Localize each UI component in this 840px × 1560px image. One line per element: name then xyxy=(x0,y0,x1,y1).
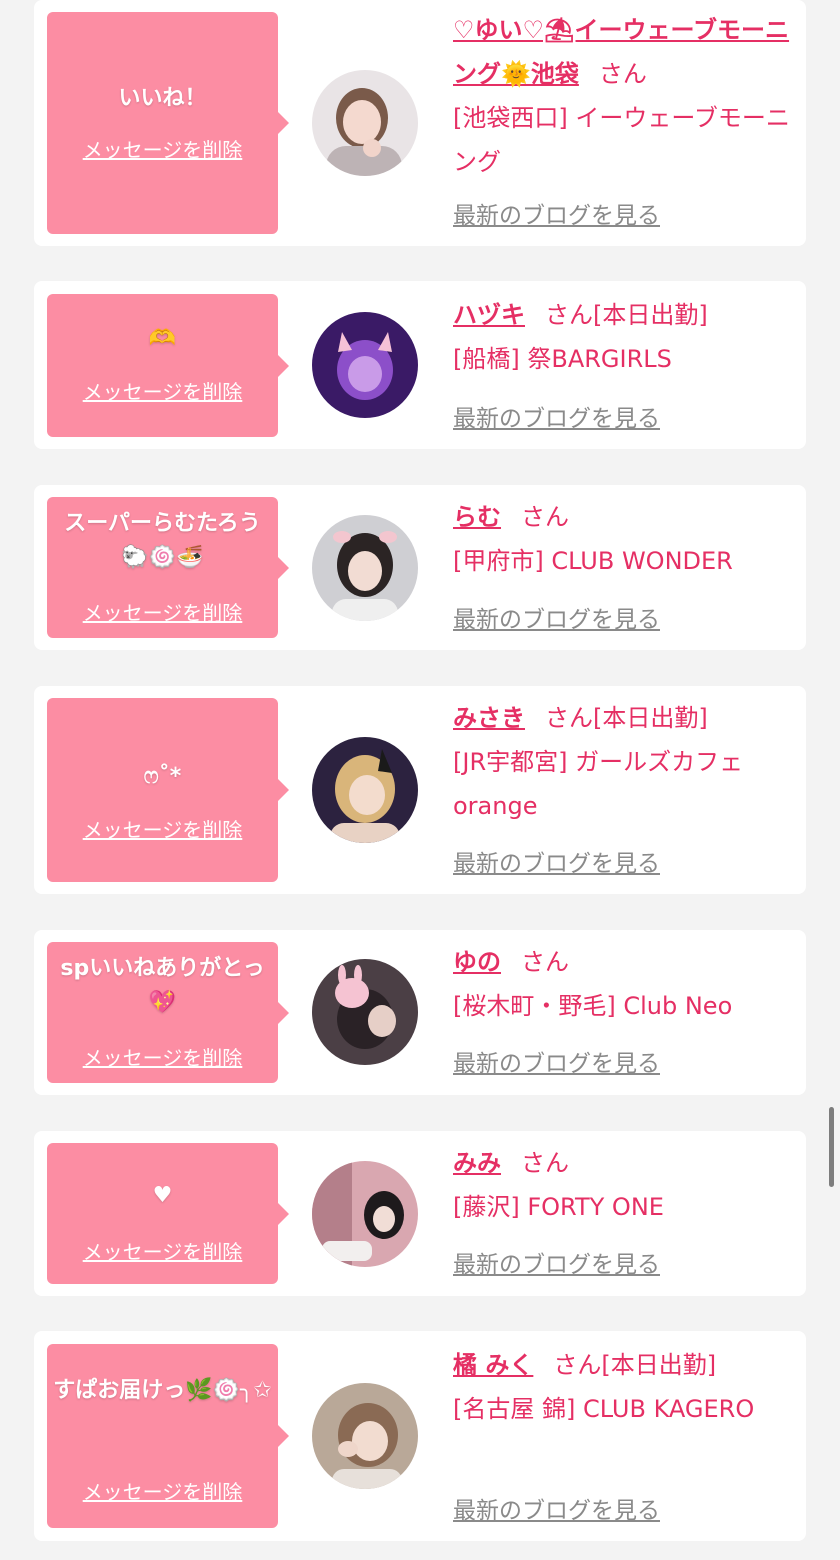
honorific: さん xyxy=(545,301,593,329)
item-info: ゆの さん [桜木町・野毛] Club Neo xyxy=(453,940,793,1028)
message-text: すぱお届けっ🌿🍥╮✩ xyxy=(53,1378,272,1403)
message-bubble: spいいねありがとっ💖 メッセージを削除 xyxy=(47,942,289,1083)
message-bubble: すぱお届けっ🌿🍥╮✩ メッセージを削除 xyxy=(47,1344,289,1528)
delete-message-link[interactable]: メッセージを削除 xyxy=(47,1042,278,1071)
honorific: さん xyxy=(598,60,647,88)
latest-blog-link[interactable]: 最新のブログを見る xyxy=(453,844,660,878)
list-item: すぱお届けっ🌿🍥╮✩ メッセージを削除 橘 みく さん[本日出勤] [名古屋 錦]… xyxy=(34,1331,806,1541)
item-info: みみ さん [藤沢] FORTY ONE xyxy=(453,1141,793,1229)
item-info: ハヅキ さん[本日出勤] [船橋] 祭BARGIRLS xyxy=(453,293,793,381)
shop-label: [桜木町・野毛] Club Neo xyxy=(453,992,733,1020)
list-item: spいいねありがとっ💖 メッセージを削除 ゆの さん [桜木町・野毛] Club … xyxy=(34,930,806,1095)
list-item: いいね！ メッセージを削除 ♡ゆい♡⛱イーウェーブモーニング🌞池袋 さん [池袋西… xyxy=(34,0,806,246)
list-item: ♥ メッセージを削除 みみ さん [藤沢] FORTY ONE 最新のブログを見る xyxy=(34,1131,806,1296)
delete-message-link[interactable]: メッセージを削除 xyxy=(47,134,278,163)
list-item: 🫶 メッセージを削除 ハヅキ さん[本日出勤] [船橋] 祭BARGIRLS 最新… xyxy=(34,281,806,449)
message-bubble: ♥ メッセージを削除 xyxy=(47,1143,289,1284)
today-badge: [本日出勤] xyxy=(593,301,708,329)
shop-label: [名古屋 錦] CLUB KAGERO xyxy=(453,1395,755,1423)
cast-name-link[interactable]: ハヅキ xyxy=(453,301,525,329)
message-text: スーパーらむたろう🐑🍥🍜 xyxy=(64,511,261,570)
latest-blog-link[interactable]: 最新のブログを見る xyxy=(453,1491,660,1525)
item-info: みさき さん[本日出勤] [JR宇都宮] ガールズカフェorange xyxy=(453,696,793,828)
notification-list: いいね！ メッセージを削除 ♡ゆい♡⛱イーウェーブモーニング🌞池袋 さん [池袋西… xyxy=(0,0,840,1560)
latest-blog-link[interactable]: 最新のブログを見る xyxy=(453,1245,660,1279)
avatar[interactable] xyxy=(312,737,418,843)
delete-message-link[interactable]: メッセージを削除 xyxy=(47,814,278,843)
latest-blog-link[interactable]: 最新のブログを見る xyxy=(453,196,660,230)
message-text: ♥ xyxy=(152,1183,173,1208)
shop-label: [甲府市] CLUB WONDER xyxy=(453,547,733,575)
message-bubble: 🫶 メッセージを削除 xyxy=(47,294,289,437)
scrollbar[interactable] xyxy=(829,1107,834,1187)
cast-name-link[interactable]: みさき xyxy=(453,704,525,732)
avatar[interactable] xyxy=(312,1383,418,1489)
message-text: いいね！ xyxy=(118,86,207,111)
message-text: spいいねありがとっ💖 xyxy=(60,956,265,1015)
item-info: らむ さん [甲府市] CLUB WONDER xyxy=(453,495,793,583)
honorific: さん xyxy=(545,704,593,732)
latest-blog-link[interactable]: 最新のブログを見る xyxy=(453,399,660,433)
message-text: 🫶 xyxy=(148,326,177,351)
shop-label: [JR宇都宮] ガールズカフェorange xyxy=(453,748,744,820)
avatar[interactable] xyxy=(312,515,418,621)
delete-message-link[interactable]: メッセージを削除 xyxy=(47,1236,278,1265)
shop-label: [池袋西口] イーウェーブモーニング xyxy=(453,104,790,176)
list-item: スーパーらむたろう🐑🍥🍜 メッセージを削除 らむ さん [甲府市] CLUB WO… xyxy=(34,485,806,650)
item-info: ♡ゆい♡⛱イーウェーブモーニング🌞池袋 さん [池袋西口] イーウェーブモーニング xyxy=(453,8,793,184)
honorific: さん xyxy=(553,1351,602,1379)
cast-name-link[interactable]: らむ xyxy=(453,503,501,531)
latest-blog-link[interactable]: 最新のブログを見る xyxy=(453,1044,660,1078)
item-info: 橘 みく さん[本日出勤] [名古屋 錦] CLUB KAGERO xyxy=(453,1343,793,1431)
cast-name-link[interactable]: みみ xyxy=(453,1149,501,1177)
honorific: さん xyxy=(521,1149,569,1177)
delete-message-link[interactable]: メッセージを削除 xyxy=(47,376,278,405)
message-bubble: ෆ˚* メッセージを削除 xyxy=(47,698,289,882)
honorific: さん xyxy=(521,503,569,531)
latest-blog-link[interactable]: 最新のブログを見る xyxy=(453,600,660,634)
today-badge: [本日出勤] xyxy=(593,704,708,732)
shop-label: [船橋] 祭BARGIRLS xyxy=(453,345,672,373)
cast-name-link[interactable]: 橘 みく xyxy=(453,1351,533,1379)
avatar[interactable] xyxy=(312,959,418,1065)
avatar[interactable] xyxy=(312,70,418,176)
cast-name-link[interactable]: ゆの xyxy=(453,948,501,976)
delete-message-link[interactable]: メッセージを削除 xyxy=(47,1476,278,1505)
message-bubble: いいね！ メッセージを削除 xyxy=(47,12,289,234)
list-item: ෆ˚* メッセージを削除 みさき さん[本日出勤] [JR宇都宮] ガールズカフェ… xyxy=(34,686,806,894)
avatar[interactable] xyxy=(312,1161,418,1267)
today-badge: [本日出勤] xyxy=(601,1351,717,1379)
shop-label: [藤沢] FORTY ONE xyxy=(453,1193,664,1221)
delete-message-link[interactable]: メッセージを削除 xyxy=(47,597,278,626)
message-bubble: スーパーらむたろう🐑🍥🍜 メッセージを削除 xyxy=(47,497,289,638)
avatar[interactable] xyxy=(312,312,418,418)
message-text: ෆ˚* xyxy=(143,764,182,789)
honorific: さん xyxy=(521,948,569,976)
